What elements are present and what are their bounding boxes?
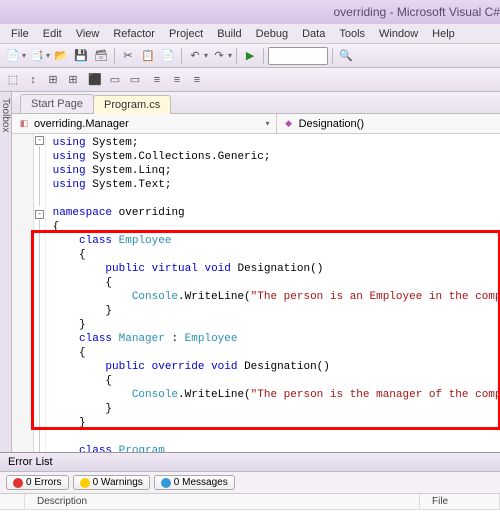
document-tabs: Start Page Program.cs: [12, 92, 500, 114]
menu-help[interactable]: Help: [425, 26, 462, 42]
menu-debug[interactable]: Debug: [249, 26, 295, 42]
toolbar-main: 📄▾ 📑▾ 📂 💾 🗃 ✂ 📋 📄 ↶▾ ↷▾ ▶ 🔍: [0, 44, 500, 68]
fold-icon[interactable]: -: [35, 210, 44, 219]
menu-edit[interactable]: Edit: [36, 26, 69, 42]
tab-program-cs[interactable]: Program.cs: [93, 95, 171, 114]
error-list-header: Description File: [0, 494, 500, 510]
tb2-icon[interactable]: ▭: [126, 71, 144, 89]
method-icon: ◆: [283, 118, 295, 130]
error-list-title: Error List: [0, 453, 500, 472]
save-all-icon[interactable]: 🗃: [92, 47, 110, 65]
start-debug-icon[interactable]: ▶: [241, 47, 259, 65]
menu-bar: File Edit View Refactor Project Build De…: [0, 24, 500, 44]
error-list-body: [0, 510, 500, 530]
tb2-icon[interactable]: ↕: [24, 71, 42, 89]
open-icon[interactable]: 📂: [52, 47, 70, 65]
toolbar-secondary: ⬚ ↕ ⊞ ⊞ ⬛ ▭ ▭ ≡ ≡ ≡: [0, 68, 500, 92]
class-combo[interactable]: ◧ overriding.Manager ▾: [12, 114, 277, 133]
menu-build[interactable]: Build: [210, 26, 248, 42]
tb2-icon[interactable]: ⬚: [4, 71, 22, 89]
config-combo[interactable]: [268, 47, 328, 65]
fold-icon[interactable]: -: [35, 136, 44, 145]
tb2-icon[interactable]: ≡: [148, 71, 166, 89]
tb2-icon[interactable]: ≡: [168, 71, 186, 89]
code-editor[interactable]: - - using System; using System.Collectio…: [12, 134, 500, 452]
warnings-filter[interactable]: 0 Warnings: [73, 475, 150, 490]
new-project-icon[interactable]: 📄: [4, 47, 22, 65]
menu-data[interactable]: Data: [295, 26, 332, 42]
add-item-icon[interactable]: 📑: [28, 47, 46, 65]
member-combo[interactable]: ◆ Designation() ▾: [277, 114, 500, 133]
col-file[interactable]: File: [420, 494, 500, 509]
warning-icon: [80, 478, 90, 488]
error-icon: [13, 478, 23, 488]
info-icon: [161, 478, 171, 488]
messages-filter[interactable]: 0 Messages: [154, 475, 235, 490]
toolbox-tab[interactable]: Toolbox: [0, 92, 12, 452]
menu-file[interactable]: File: [4, 26, 36, 42]
tb2-icon[interactable]: ⊞: [64, 71, 82, 89]
tb2-icon[interactable]: ▭: [106, 71, 124, 89]
code-nav-bar: ◧ overriding.Manager ▾ ◆ Designation() ▾: [12, 114, 500, 134]
errors-filter[interactable]: 0 Errors: [6, 475, 69, 490]
class-combo-text: overriding.Manager: [34, 118, 129, 130]
copy-icon[interactable]: 📋: [139, 47, 157, 65]
menu-view[interactable]: View: [69, 26, 107, 42]
find-icon[interactable]: 🔍: [337, 47, 355, 65]
col-description[interactable]: Description: [25, 494, 420, 509]
tb2-icon[interactable]: ⊞: [44, 71, 62, 89]
redo-icon[interactable]: ↷: [210, 47, 228, 65]
member-combo-text: Designation(): [299, 118, 364, 130]
tab-start-page[interactable]: Start Page: [20, 94, 94, 113]
tb2-icon[interactable]: ≡: [188, 71, 206, 89]
code-text[interactable]: using System; using System.Collections.G…: [46, 134, 500, 452]
undo-icon[interactable]: ↶: [186, 47, 204, 65]
save-icon[interactable]: 💾: [72, 47, 90, 65]
tb2-icon[interactable]: ⬛: [86, 71, 104, 89]
title-bar: overriding - Microsoft Visual C#: [0, 0, 500, 24]
menu-refactor[interactable]: Refactor: [106, 26, 162, 42]
class-icon: ◧: [18, 118, 30, 130]
window-title: overriding - Microsoft Visual C#: [333, 5, 500, 19]
menu-project[interactable]: Project: [162, 26, 210, 42]
menu-window[interactable]: Window: [372, 26, 425, 42]
menu-tools[interactable]: Tools: [332, 26, 372, 42]
cut-icon[interactable]: ✂: [119, 47, 137, 65]
outline-margin[interactable]: - -: [34, 134, 46, 452]
error-list-panel: Error List 0 Errors 0 Warnings 0 Message…: [0, 452, 500, 530]
paste-icon[interactable]: 📄: [159, 47, 177, 65]
gutter: [12, 134, 34, 452]
